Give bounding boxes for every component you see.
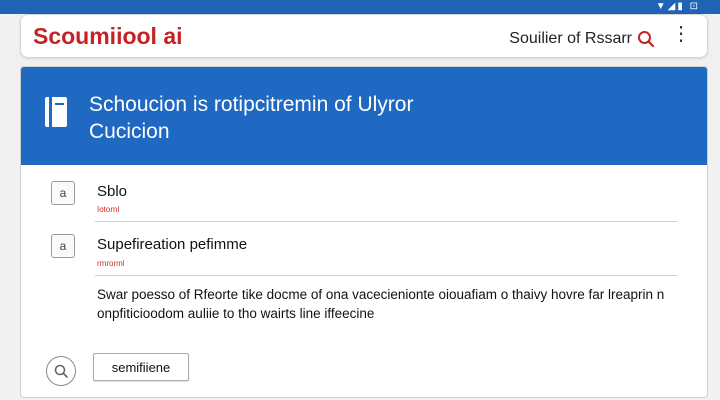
header-title: Schoucion is rotipcitremin of Ulyror Cuc…: [89, 91, 413, 145]
divider: [95, 221, 677, 222]
content-card: Schoucion is rotipcitremin of Ulyror Cuc…: [20, 66, 708, 398]
app-title: Scoumiiool ai: [33, 23, 183, 49]
doc-icon: a: [51, 234, 75, 258]
more-menu-icon[interactable]: ⋮: [671, 24, 691, 44]
footer-action-button[interactable]: semifiiene: [93, 353, 189, 381]
header-title-line-2: Cucicion: [89, 120, 170, 143]
status-icons: ▼◢▮ ⊡: [655, 1, 700, 12]
list-item-subtitle: Iotornl: [97, 205, 120, 214]
app-bar: Scoumiiool ai Souilier of Rssarr ⋮: [20, 14, 708, 58]
search-icon[interactable]: [635, 28, 657, 50]
status-bar: ▼◢▮ ⊡: [0, 0, 720, 14]
list-item-title: Supefireation pefimme: [97, 236, 248, 253]
doc-icon: a: [51, 181, 75, 205]
book-icon: [43, 94, 71, 130]
description-text: Swar poesso of Rfeorte tike docme of ona…: [97, 287, 665, 321]
search-area[interactable]: Souilier of Rssarr: [509, 28, 657, 50]
circle-action-icon[interactable]: [46, 356, 76, 386]
header-title-line-1: Schoucion is rotipcitremin of Ulyror: [89, 93, 414, 116]
divider: [95, 275, 677, 276]
search-label: Souilier of Rssarr: [509, 30, 632, 47]
list-item-title: Sblo: [97, 183, 128, 200]
list-item-subtitle: rmrorml: [97, 259, 125, 268]
card-header: Schoucion is rotipcitremin of Ulyror Cuc…: [21, 67, 707, 165]
